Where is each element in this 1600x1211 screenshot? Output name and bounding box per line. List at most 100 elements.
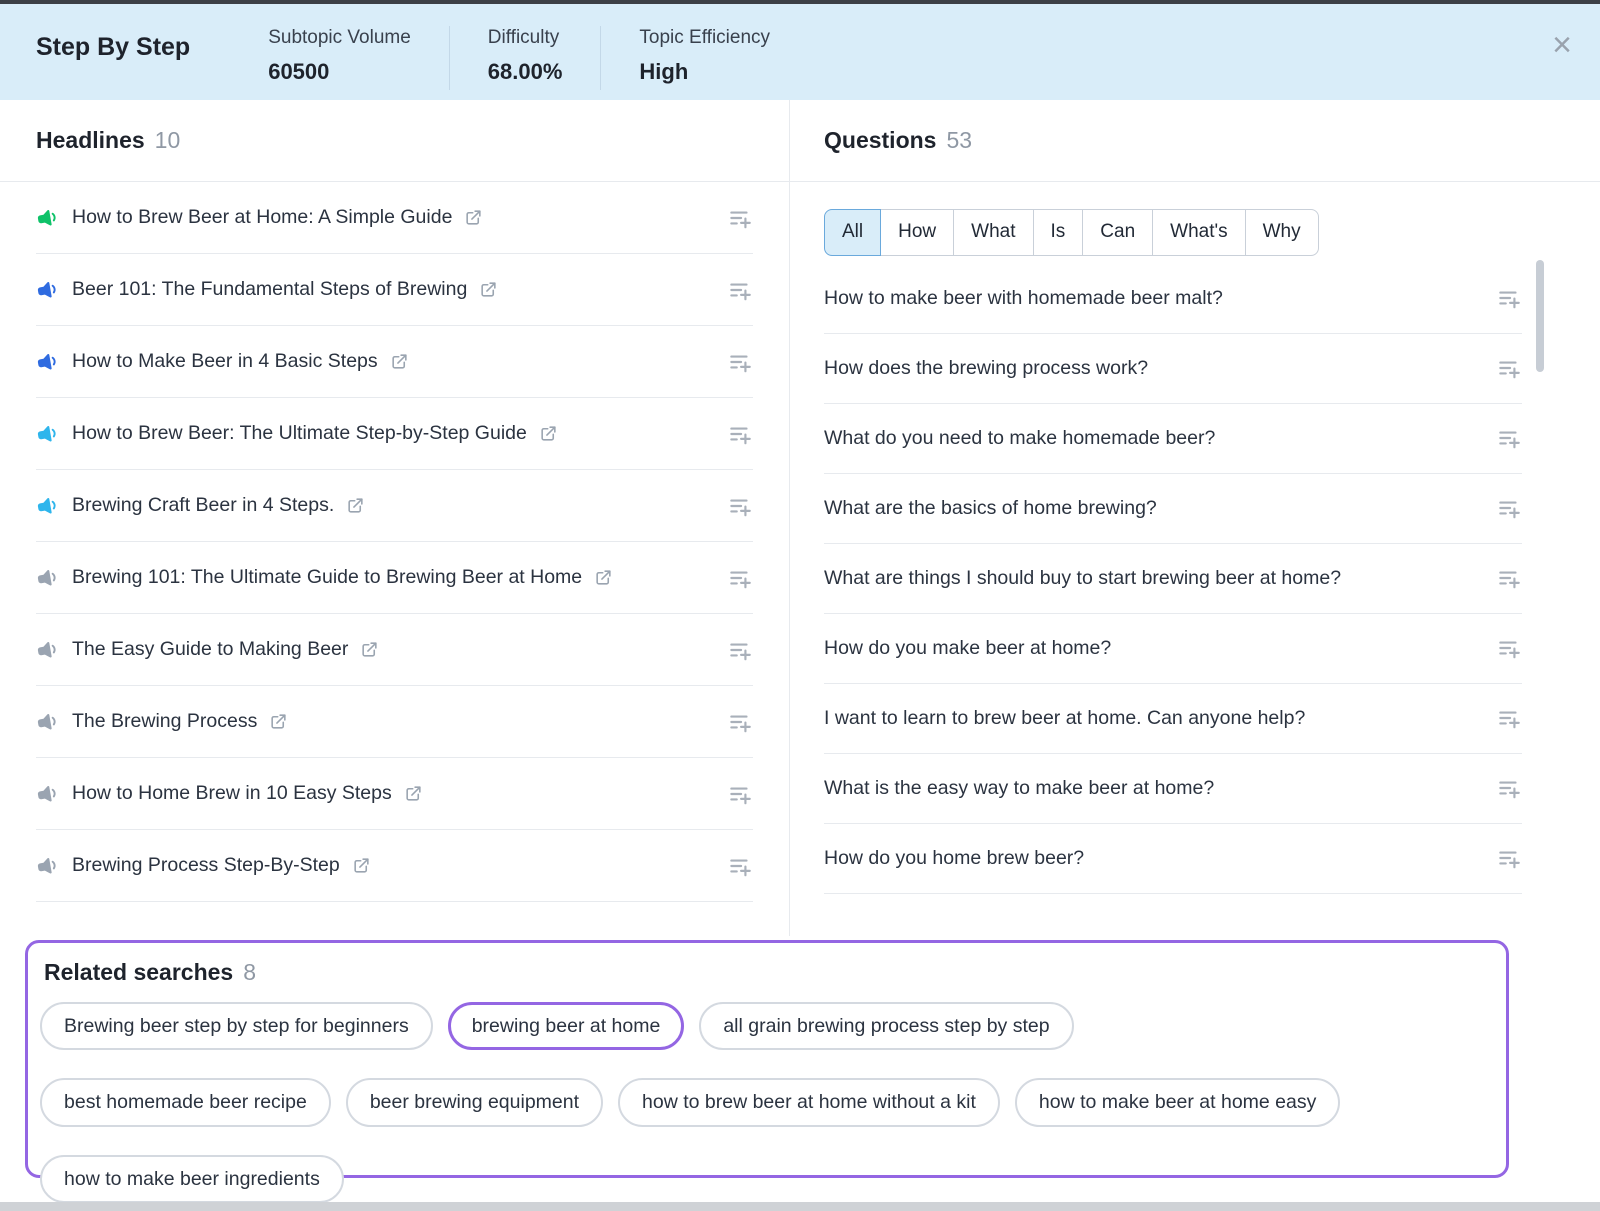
add-to-list-button[interactable] bbox=[727, 493, 753, 519]
add-to-list-button[interactable] bbox=[727, 349, 753, 375]
headline-text[interactable]: How to Home Brew in 10 Easy Steps bbox=[72, 782, 392, 805]
add-to-list-button[interactable] bbox=[727, 205, 753, 231]
add-to-list-button[interactable] bbox=[1496, 355, 1522, 381]
add-to-list-icon bbox=[1496, 845, 1522, 871]
headline-row: How to Make Beer in 4 Basic Steps bbox=[36, 326, 753, 398]
tab-why[interactable]: Why bbox=[1245, 209, 1319, 256]
add-to-list-button[interactable] bbox=[1496, 635, 1522, 661]
headline-text[interactable]: Beer 101: The Fundamental Steps of Brewi… bbox=[72, 278, 467, 301]
related-search-pill[interactable]: all grain brewing process step by step bbox=[699, 1002, 1073, 1050]
add-to-list-button[interactable] bbox=[1496, 775, 1522, 801]
related-search-pill[interactable]: how to brew beer at home without a kit bbox=[618, 1078, 1000, 1126]
headline-row: The Easy Guide to Making Beer bbox=[36, 614, 753, 686]
add-to-list-button[interactable] bbox=[727, 853, 753, 879]
tab-all[interactable]: All bbox=[824, 209, 881, 256]
external-link-icon[interactable] bbox=[390, 352, 409, 371]
related-searches-header: Related searches 8 bbox=[40, 959, 1494, 986]
stat-difficulty: Difficulty 68.00% bbox=[449, 26, 601, 90]
related-search-pill[interactable]: how to make beer at home easy bbox=[1015, 1078, 1341, 1126]
external-link-icon[interactable] bbox=[539, 424, 558, 443]
external-link-icon[interactable] bbox=[594, 568, 613, 587]
stat-label: Difficulty bbox=[488, 26, 563, 51]
add-to-list-icon bbox=[727, 421, 753, 447]
external-link-icon[interactable] bbox=[346, 496, 365, 515]
add-to-list-icon bbox=[727, 781, 753, 807]
headlines-title: Headlines bbox=[36, 127, 145, 154]
tab-whats[interactable]: What's bbox=[1152, 209, 1245, 256]
question-text: What are the basics of home brewing? bbox=[824, 497, 1157, 520]
headlines-header: Headlines 10 bbox=[0, 100, 789, 182]
questions-title: Questions bbox=[824, 127, 936, 154]
tab-is[interactable]: Is bbox=[1033, 209, 1084, 256]
headline-text[interactable]: Brewing 101: The Ultimate Guide to Brewi… bbox=[72, 566, 582, 589]
tab-what[interactable]: What bbox=[953, 209, 1033, 256]
stat-topic-efficiency: Topic Efficiency High bbox=[600, 26, 808, 90]
related-search-pill[interactable]: Brewing beer step by step for beginners bbox=[40, 1002, 433, 1050]
question-text: How do you home brew beer? bbox=[824, 847, 1084, 870]
external-link-icon[interactable] bbox=[360, 640, 379, 659]
close-button[interactable]: × bbox=[1548, 24, 1576, 66]
subtopic-stats: Subtopic Volume 60500 Difficulty 68.00% … bbox=[268, 26, 808, 90]
headline-text[interactable]: Brewing Process Step-By-Step bbox=[72, 854, 340, 877]
add-to-list-icon bbox=[1496, 775, 1522, 801]
question-row: How to make beer with homemade beer malt… bbox=[824, 264, 1522, 334]
add-to-list-icon bbox=[1496, 495, 1522, 521]
questions-scrollbar-thumb[interactable] bbox=[1536, 260, 1544, 372]
tab-how[interactable]: How bbox=[880, 209, 954, 256]
question-text: I want to learn to brew beer at home. Ca… bbox=[824, 707, 1305, 730]
close-icon: × bbox=[1552, 26, 1572, 64]
subtopic-header: Step By Step Subtopic Volume 60500 Diffi… bbox=[0, 4, 1600, 100]
add-to-list-button[interactable] bbox=[1496, 845, 1522, 871]
question-text: What is the easy way to make beer at hom… bbox=[824, 777, 1214, 800]
add-to-list-button[interactable] bbox=[1496, 495, 1522, 521]
add-to-list-button[interactable] bbox=[1496, 705, 1522, 731]
external-link-icon[interactable] bbox=[464, 208, 483, 227]
add-to-list-icon bbox=[1496, 565, 1522, 591]
tab-can[interactable]: Can bbox=[1082, 209, 1153, 256]
question-row: How do you home brew beer? bbox=[824, 824, 1522, 894]
add-to-list-button[interactable] bbox=[727, 565, 753, 591]
headline-text[interactable]: How to Make Beer in 4 Basic Steps bbox=[72, 350, 378, 373]
question-row: What are the basics of home brewing? bbox=[824, 474, 1522, 544]
question-text: What are things I should buy to start br… bbox=[824, 567, 1341, 590]
megaphone-icon bbox=[34, 852, 62, 880]
related-search-pill[interactable]: best homemade beer recipe bbox=[40, 1078, 331, 1126]
question-text: How do you make beer at home? bbox=[824, 637, 1111, 660]
headline-text[interactable]: How to Brew Beer: The Ultimate Step-by-S… bbox=[72, 422, 527, 445]
add-to-list-icon bbox=[727, 853, 753, 879]
stat-value: 68.00% bbox=[488, 59, 563, 85]
add-to-list-button[interactable] bbox=[727, 709, 753, 735]
add-to-list-button[interactable] bbox=[727, 421, 753, 447]
megaphone-icon bbox=[34, 348, 62, 376]
external-link-icon[interactable] bbox=[404, 784, 423, 803]
add-to-list-button[interactable] bbox=[1496, 425, 1522, 451]
add-to-list-icon bbox=[727, 277, 753, 303]
add-to-list-icon bbox=[1496, 635, 1522, 661]
questions-header: Questions 53 bbox=[790, 100, 1600, 182]
external-link-icon[interactable] bbox=[352, 856, 371, 875]
question-row: What is the easy way to make beer at hom… bbox=[824, 754, 1522, 824]
add-to-list-icon bbox=[727, 205, 753, 231]
add-to-list-button[interactable] bbox=[1496, 285, 1522, 311]
headline-text[interactable]: Brewing Craft Beer in 4 Steps. bbox=[72, 494, 334, 517]
add-to-list-icon bbox=[727, 709, 753, 735]
related-search-pill[interactable]: brewing beer at home bbox=[448, 1002, 685, 1050]
question-row: What do you need to make homemade beer? bbox=[824, 404, 1522, 474]
add-to-list-icon bbox=[1496, 285, 1522, 311]
headline-text[interactable]: How to Brew Beer at Home: A Simple Guide bbox=[72, 206, 452, 229]
add-to-list-button[interactable] bbox=[727, 277, 753, 303]
bottom-edge-strip bbox=[0, 1202, 1600, 1211]
related-search-pill[interactable]: how to make beer ingredients bbox=[40, 1155, 344, 1203]
headline-text[interactable]: The Brewing Process bbox=[72, 710, 257, 733]
add-to-list-button[interactable] bbox=[727, 637, 753, 663]
add-to-list-button[interactable] bbox=[1496, 565, 1522, 591]
headline-text[interactable]: The Easy Guide to Making Beer bbox=[72, 638, 348, 661]
question-row: How do you make beer at home? bbox=[824, 614, 1522, 684]
related-search-pill[interactable]: beer brewing equipment bbox=[346, 1078, 603, 1126]
external-link-icon[interactable] bbox=[479, 280, 498, 299]
headlines-count: 10 bbox=[155, 127, 181, 154]
questions-panel: Questions 53 All How What Is Can What's … bbox=[790, 100, 1600, 936]
add-to-list-button[interactable] bbox=[727, 781, 753, 807]
related-searches-title: Related searches bbox=[44, 959, 233, 986]
external-link-icon[interactable] bbox=[269, 712, 288, 731]
